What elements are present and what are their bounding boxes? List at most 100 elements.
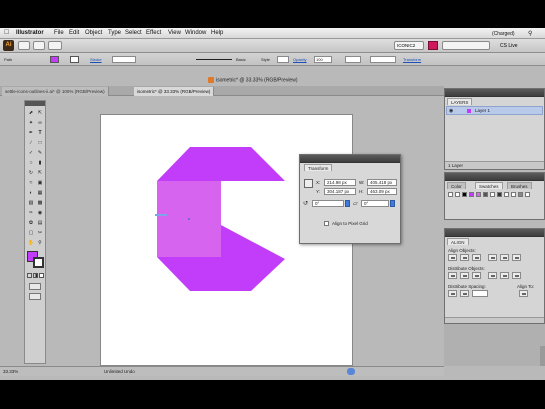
distribute-top-button[interactable] xyxy=(448,272,457,279)
distribute-vspace-button[interactable] xyxy=(448,290,457,297)
distribute-left-button[interactable] xyxy=(488,272,497,279)
lasso-tool-icon[interactable]: ∞ xyxy=(36,119,44,127)
menu-window[interactable]: Window xyxy=(185,30,206,36)
selection-tool-icon[interactable]: ⬈ xyxy=(27,109,35,117)
swatch-black[interactable] xyxy=(462,192,467,197)
tab-layers[interactable]: LAYERS xyxy=(447,98,473,105)
layers-panel-header[interactable] xyxy=(445,89,544,97)
tab-swatches[interactable]: Swatches xyxy=(475,182,503,189)
mesh-tool-icon[interactable]: ▧ xyxy=(27,199,35,207)
distribute-right-button[interactable] xyxy=(512,272,521,279)
blend-tool-icon[interactable]: ◉ xyxy=(36,209,44,217)
align-to-selection-button[interactable] xyxy=(519,290,528,297)
swatch-mid-gray[interactable] xyxy=(518,192,523,197)
tab-align[interactable]: ALIGN xyxy=(447,238,469,245)
align-panel-header[interactable] xyxy=(445,229,544,237)
magic-wand-tool-icon[interactable]: ✦ xyxy=(27,119,35,127)
menu-file[interactable]: File xyxy=(54,30,64,36)
width-field[interactable]: 405.418 px xyxy=(367,179,397,186)
swatch-white[interactable] xyxy=(455,192,460,197)
shape-builder-tool-icon[interactable]: ◐ xyxy=(27,189,35,197)
zoom-level[interactable]: 33.33% xyxy=(3,369,18,374)
graphic-style-picker[interactable] xyxy=(277,56,289,63)
layer-name[interactable]: Layer 1 xyxy=(475,108,490,113)
menu-view[interactable]: View xyxy=(168,30,181,36)
height-field[interactable]: 463.09 px xyxy=(367,188,397,195)
gradient-tool-icon[interactable]: ▩ xyxy=(36,199,44,207)
transform-link[interactable]: Transform xyxy=(403,57,421,62)
distribute-hcenter-button[interactable] xyxy=(500,272,509,279)
free-transform-tool-icon[interactable]: ▣ xyxy=(36,179,44,187)
swatch-white-5[interactable] xyxy=(525,192,530,197)
spotlight-icon[interactable]: ⚲ xyxy=(528,30,532,37)
tab-color[interactable]: Color xyxy=(447,182,466,189)
swatch-gray[interactable] xyxy=(483,192,488,197)
x-field[interactable]: 214.98 px xyxy=(324,179,356,186)
align-right-button[interactable] xyxy=(472,254,481,261)
paintbrush-tool-icon[interactable]: ✓ xyxy=(27,149,35,157)
gradient-mode-button[interactable] xyxy=(33,273,38,278)
opacity-field[interactable]: 100 xyxy=(314,56,332,63)
menu-select[interactable]: Select xyxy=(125,30,142,36)
screen-mode-button[interactable] xyxy=(48,41,62,50)
shear-field[interactable]: 0° xyxy=(361,200,389,207)
swatch-white-4[interactable] xyxy=(511,192,516,197)
stroke-weight-field[interactable] xyxy=(112,56,136,63)
drawing-mode-button[interactable] xyxy=(29,283,41,290)
pencil-tool-icon[interactable]: ✎ xyxy=(36,149,44,157)
distribute-bottom-button[interactable] xyxy=(472,272,481,279)
align-top-button[interactable] xyxy=(488,254,497,261)
tab-isometric[interactable]: isometric* @ 33.33% (RGB/Preview) xyxy=(134,87,215,96)
align-vcenter-button[interactable] xyxy=(500,254,509,261)
rotate-tool-icon[interactable]: ↻ xyxy=(27,169,35,177)
color-mode-button[interactable] xyxy=(27,273,32,278)
y-field[interactable]: 304.187 px xyxy=(324,188,356,195)
swatch-none[interactable] xyxy=(448,192,453,197)
align-left-button[interactable] xyxy=(448,254,457,261)
menu-app-illustrator[interactable]: Illustrator xyxy=(16,30,44,36)
align-selection-dropdown[interactable] xyxy=(345,56,361,63)
swatches-panel-header[interactable] xyxy=(445,173,544,181)
fill-color-swatch[interactable] xyxy=(50,56,59,63)
perspective-grid-tool-icon[interactable]: ▦ xyxy=(36,189,44,197)
menu-object[interactable]: Object xyxy=(85,30,102,36)
stroke-color-swatch[interactable] xyxy=(70,56,79,63)
rectangle-tool-icon[interactable]: □ xyxy=(36,139,44,147)
artboard-tool-icon[interactable]: ▢ xyxy=(27,229,35,237)
status-info[interactable]: Unlimited Undo xyxy=(104,369,135,374)
swatch-white-2[interactable] xyxy=(490,192,495,197)
align-pixel-grid-checkbox[interactable] xyxy=(324,221,329,226)
swatch-white-3[interactable] xyxy=(504,192,509,197)
graph-tool-icon[interactable]: ▤ xyxy=(36,219,44,227)
swatch-magenta[interactable] xyxy=(469,192,474,197)
vertical-scrollbar[interactable] xyxy=(540,346,545,366)
menu-help[interactable]: Help xyxy=(211,30,223,36)
workspace-switcher[interactable]: ICONIC2 xyxy=(394,41,424,50)
scale-tool-icon[interactable]: ⇱ xyxy=(36,169,44,177)
distribute-vcenter-button[interactable] xyxy=(460,272,469,279)
layer-row[interactable]: ◉ Layer 1 xyxy=(446,106,543,115)
eyedropper-tool-icon[interactable]: ✑ xyxy=(27,209,35,217)
stroke-swatch[interactable] xyxy=(33,257,44,268)
zoom-tool-icon[interactable]: ⚲ xyxy=(36,239,44,247)
hand-tool-icon[interactable]: ✋ xyxy=(27,239,35,247)
visibility-eye-icon[interactable]: ◉ xyxy=(449,108,453,114)
direct-selection-tool-icon[interactable]: ⇱ xyxy=(36,109,44,117)
eraser-tool-icon[interactable]: ▮ xyxy=(36,159,44,167)
tab-transform[interactable]: Transform xyxy=(304,164,333,171)
horizontal-scrollbar-thumb[interactable] xyxy=(347,368,355,375)
tab-settle-icons[interactable]: settle-icons-outlines-ii.ai* @ 100% (RGB… xyxy=(2,87,109,96)
stroke-link[interactable]: Stroke xyxy=(90,57,102,62)
rotate-field[interactable]: 0° xyxy=(312,200,344,207)
cs-live-menu[interactable]: CS Live xyxy=(500,43,518,49)
reference-point-locator[interactable] xyxy=(304,179,313,188)
menu-effect[interactable]: Effect xyxy=(146,30,161,36)
reference-point-field[interactable] xyxy=(370,56,396,63)
shear-dropdown[interactable] xyxy=(390,200,395,207)
search-help-field[interactable] xyxy=(442,41,490,50)
menu-edit[interactable]: Edit xyxy=(69,30,79,36)
none-mode-button[interactable] xyxy=(39,273,44,278)
line-tool-icon[interactable]: ∕ xyxy=(27,139,35,147)
type-tool-icon[interactable]: T xyxy=(36,129,44,137)
bridge-button[interactable] xyxy=(18,41,30,50)
